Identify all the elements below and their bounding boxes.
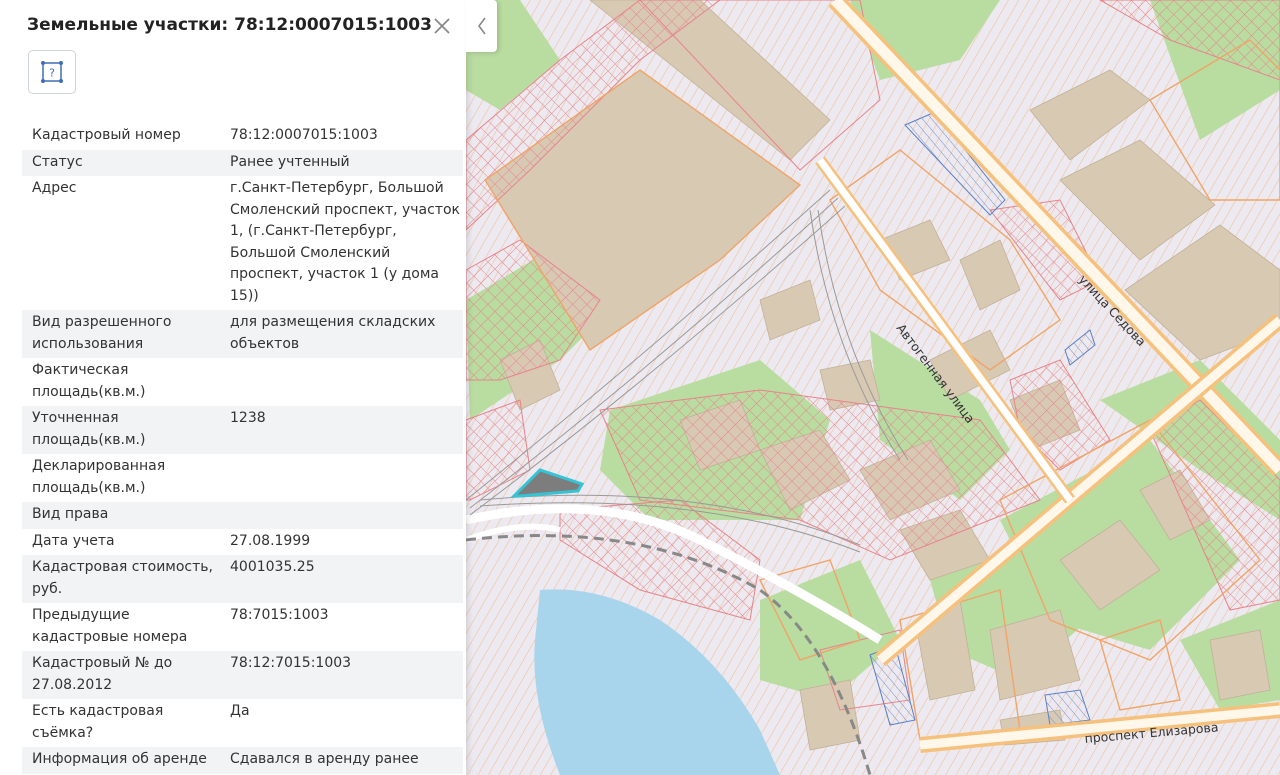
property-row: Предыдущие кадастровые номера 78:7015:100…	[22, 603, 463, 651]
chevron-left-icon	[477, 17, 486, 35]
property-value: 4001035.25	[230, 559, 315, 575]
property-value: 78:12:0007015:1003	[230, 127, 378, 143]
property-value	[220, 502, 463, 529]
property-key: Фактическая площадь(кв.м.)	[32, 362, 146, 400]
property-value: 27.08.1999	[230, 532, 311, 549]
property-value: 78:12:7015:1003	[230, 655, 352, 671]
property-value: Да	[230, 703, 250, 719]
info-panel: Земельные участки: 78:12:0007015:1003 ? …	[0, 0, 466, 775]
property-value: Ранее учтенный	[230, 153, 350, 170]
property-value: Сдавался в аренду ранее	[230, 751, 419, 767]
property-row: Декларированная площадь(кв.м.)	[22, 454, 463, 502]
property-key: Вид права	[32, 506, 109, 522]
property-key: Информация об аренде	[32, 751, 207, 767]
property-value: 78:7015:1003	[230, 607, 329, 623]
property-value: г.Санкт-Петербург, Большой Смоленский пр…	[230, 180, 461, 304]
property-row: Фактическая площадь(кв.м.)	[22, 358, 463, 406]
property-key: Есть кадастровая съёмка?	[32, 703, 164, 741]
close-icon[interactable]	[431, 15, 453, 37]
property-row: Статус Ранее учтенный	[22, 149, 463, 176]
property-row: Адрес г.Санкт-Петербург, Большой Смоленск…	[22, 176, 463, 310]
property-key: Кадастровый № до 27.08.2012	[32, 655, 173, 693]
property-row: Кадастровый номер 78:12:0007015:1003	[22, 123, 463, 150]
property-row: Кадастровая стоимость, руб. 4001035.25	[22, 555, 463, 603]
property-value: 1238	[230, 410, 266, 426]
property-key: Дата учета	[32, 532, 115, 549]
property-row: Вид права	[22, 502, 463, 529]
property-row: Дата учета 27.08.1999	[22, 529, 463, 556]
property-key: Статус	[32, 153, 83, 170]
property-key: Предыдущие кадастровые номера	[32, 607, 188, 645]
property-table: Кадастровый номер 78:12:0007015:1003 Стат…	[22, 123, 463, 774]
property-row: Уточненная площадь(кв.м.) 1238	[22, 406, 463, 454]
property-row: Кадастровый № до 27.08.2012 78:12:7015:10…	[22, 651, 463, 699]
parcel-bounds-icon: ?	[41, 61, 63, 83]
property-row: Есть кадастровая съёмка? Да	[22, 699, 463, 747]
panel-title: Земельные участки: 78:12:0007015:1003	[27, 15, 432, 35]
parcel-bounds-glyph: ?	[49, 67, 55, 80]
property-row: Вид разрешенного использования для размещ…	[22, 310, 463, 358]
property-key: Уточненная площадь(кв.м.)	[32, 410, 146, 448]
property-row: Информация об аренде Сдавался в аренду ра…	[22, 747, 463, 774]
property-key: Кадастровая стоимость, руб.	[32, 559, 213, 597]
property-key: Вид разрешенного использования	[32, 314, 172, 352]
property-value	[220, 358, 463, 406]
property-key: Кадастровый номер	[32, 127, 181, 143]
collapse-panel-button[interactable]	[466, 0, 497, 52]
property-key: Декларированная площадь(кв.м.)	[32, 458, 166, 496]
parcel-bounds-button[interactable]: ?	[28, 50, 76, 94]
property-key: Адрес	[32, 180, 77, 196]
property-value: для размещения складских объектов	[230, 314, 436, 352]
property-value	[220, 454, 463, 502]
